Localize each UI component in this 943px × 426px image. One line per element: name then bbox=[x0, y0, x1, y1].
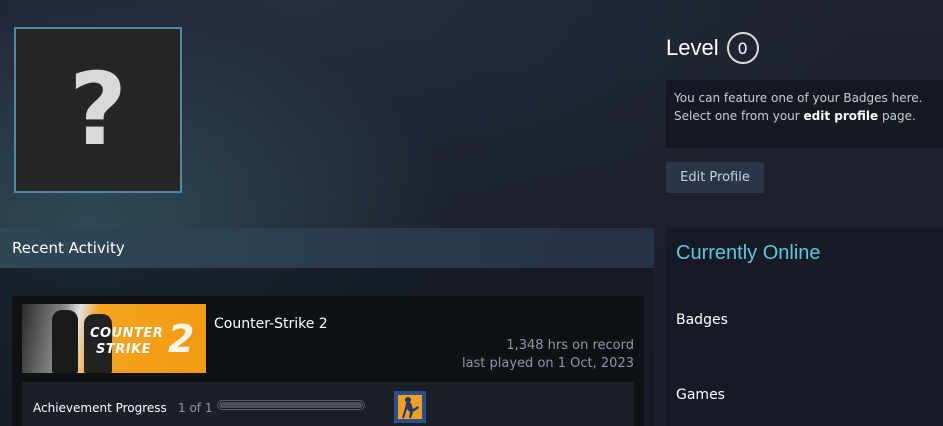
sidebar-link-games[interactable]: Games bbox=[676, 387, 725, 403]
soldier-figure-1 bbox=[52, 310, 78, 373]
game-title-link[interactable]: Counter-Strike 2 bbox=[214, 316, 328, 332]
achievement-icon[interactable] bbox=[394, 391, 426, 423]
achievement-count: 1 of 1 bbox=[178, 401, 213, 415]
game-last-played: last played on 1 Oct, 2023 bbox=[461, 356, 634, 371]
badge-note-line2: Select one from your edit profile page. bbox=[674, 109, 916, 123]
game-hours: 1,348 hrs on record bbox=[506, 338, 634, 353]
edit-profile-link[interactable]: edit profile bbox=[804, 109, 879, 123]
badge-note-line1: You can feature one of your Badges here. bbox=[674, 91, 923, 105]
online-status: Currently Online bbox=[676, 242, 821, 264]
achievement-progress-label: Achievement Progress bbox=[33, 401, 167, 415]
sidebar-link-badges[interactable]: Badges bbox=[676, 312, 728, 328]
game-capsule-image[interactable]: COUNTER STRIKE 2 bbox=[22, 304, 206, 373]
featured-badge-placeholder: You can feature one of your Badges here.… bbox=[666, 80, 943, 148]
recent-activity-title: Recent Activity bbox=[12, 239, 125, 257]
level-badge: 0 bbox=[726, 32, 759, 64]
achievement-progress-track bbox=[217, 400, 365, 410]
level-label: Level bbox=[666, 35, 719, 60]
profile-level: Level 0 bbox=[666, 32, 759, 64]
profile-avatar: ? bbox=[14, 27, 182, 193]
recent-activity-header: Recent Activity bbox=[0, 228, 654, 268]
achievement-progress-fill bbox=[219, 402, 363, 408]
capsule-text-2: 2 bbox=[168, 317, 195, 361]
question-mark-icon: ? bbox=[68, 51, 127, 168]
capsule-text-counter: COUNTER bbox=[90, 326, 164, 341]
capsule-text-strike: STRIKE bbox=[96, 342, 152, 357]
edit-profile-button[interactable]: Edit Profile bbox=[666, 162, 764, 193]
